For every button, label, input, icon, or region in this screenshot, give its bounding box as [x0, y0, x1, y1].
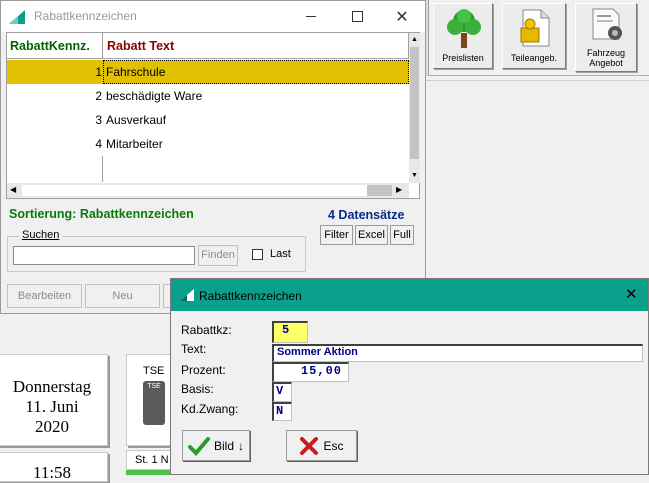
tse-device-icon: TSE: [143, 381, 165, 425]
weekday: Donnerstag: [12, 377, 92, 396]
last-label: Last: [270, 248, 291, 260]
basis-label: Basis:: [181, 382, 214, 396]
excel-button[interactable]: Excel: [355, 225, 388, 245]
tse-icon-text: TSE: [147, 383, 161, 390]
window-titlebar: Rabattkennzeichen ✕: [1, 1, 425, 32]
fahrzeug-angebot-button[interactable]: Fahrzeug Angebot: [575, 3, 637, 72]
prozent-label: Prozent:: [181, 363, 226, 377]
row-num: 1: [95, 65, 102, 79]
kdzwang-label: Kd.Zwang:: [181, 402, 239, 416]
tse-panel: TSE TSE: [126, 354, 172, 446]
dialog-title: Rabattkennzeichen: [199, 289, 302, 303]
angebot-label: Angebot: [589, 58, 623, 68]
vertical-scroll-thumb[interactable]: [410, 47, 419, 159]
close-icon: ✕: [395, 8, 409, 26]
search-input[interactable]: [13, 246, 195, 265]
date-panel: Donnerstag 11. Juni 2020: [0, 354, 108, 446]
sort-label: Sortierung: Rabattkennzeichen: [9, 207, 194, 221]
table-row[interactable]: 1 Fahrschule: [7, 60, 409, 84]
close-button[interactable]: ✕: [379, 1, 425, 32]
status-panel: St. 1 N: [126, 450, 172, 470]
status-progress: [126, 470, 172, 475]
scroll-right-icon[interactable]: ▶: [396, 185, 402, 194]
row-num: 2: [95, 89, 102, 103]
close-icon[interactable]: ✕: [625, 285, 638, 303]
kdzwang-field[interactable]: N: [272, 402, 292, 421]
search-group-label: Suchen: [19, 229, 63, 241]
bild-label: Bild: [213, 438, 234, 453]
arrow-down-icon: ↓: [238, 438, 244, 453]
find-button[interactable]: Finden: [198, 245, 238, 266]
text-label: Text:: [181, 342, 207, 356]
column-divider: [102, 156, 103, 182]
app-icon: [9, 10, 25, 24]
vehicle-offer-icon: [592, 8, 622, 40]
horizontal-scroll-handle[interactable]: [367, 185, 392, 196]
column-header-rabatt-text[interactable]: Rabatt Text: [103, 33, 409, 59]
record-count: 4 Datensätze: [328, 208, 405, 222]
row-num: 3: [95, 113, 102, 127]
row-text: Fahrschule: [106, 65, 166, 79]
toolbar-divider: [426, 0, 429, 76]
basis-field[interactable]: V: [272, 382, 292, 402]
esc-button[interactable]: Esc: [286, 430, 357, 461]
preislisten-label: Preislisten: [442, 53, 484, 63]
row-num: 4: [95, 137, 102, 151]
horizontal-scrollbar[interactable]: ◀ ▶: [7, 183, 409, 198]
date-day: 11. Juni: [25, 397, 79, 416]
window-title: Rabattkennzeichen: [34, 9, 137, 23]
maximize-icon: [351, 11, 363, 22]
filter-button[interactable]: Filter: [320, 225, 353, 245]
table-row[interactable]: 4 Mitarbeiter: [7, 132, 409, 156]
dialog-titlebar: Rabattkennzeichen ✕: [171, 279, 648, 311]
rabatt-grid: RabattKennz. Rabatt Text 1 Fahrschule 2 …: [6, 32, 420, 199]
teileangebot-button[interactable]: Teileangeb.: [502, 3, 566, 69]
rabattkz-field[interactable]: 5: [272, 321, 308, 343]
workspace-divider: [426, 80, 649, 81]
tse-label: TSE: [143, 365, 165, 377]
fahrzeug-label: Fahrzeug: [586, 48, 626, 58]
cancel-x-icon: [300, 436, 319, 455]
minimize-button[interactable]: [288, 1, 334, 32]
scroll-up-icon[interactable]: ▲: [411, 36, 418, 44]
rabatt-list-window: Rabattkennzeichen ✕ RabattKennz. Rabatt …: [0, 0, 426, 314]
esc-label: Esc: [323, 438, 344, 453]
checkmark-icon: [187, 436, 210, 456]
vertical-scrollbar[interactable]: ▲ ▼: [409, 33, 420, 183]
parts-document-icon: [520, 9, 550, 47]
bild-button[interactable]: Bild ↓: [182, 430, 250, 461]
teileangebot-label: Teileangeb.: [510, 53, 558, 63]
date-year: 2020: [35, 417, 69, 436]
rabattkz-label: Rabattkz:: [181, 323, 232, 337]
table-row[interactable]: 2 beschädigte Ware: [7, 84, 409, 108]
new-button[interactable]: Neu: [85, 284, 160, 308]
column-header-rabattkennz[interactable]: RabattKennz.: [7, 33, 103, 59]
tree-icon: [447, 9, 481, 48]
row-text: beschädigte Ware: [106, 89, 203, 103]
prozent-field[interactable]: 15,00: [272, 362, 349, 382]
time-panel: 11:58: [0, 452, 108, 482]
text-field[interactable]: Sommer Aktion: [272, 344, 643, 362]
app-icon: [180, 289, 194, 301]
maximize-button[interactable]: [334, 1, 380, 32]
preislisten-button[interactable]: Preislisten: [433, 3, 493, 69]
minimize-icon: [306, 16, 316, 17]
clock-time: 11:58: [32, 463, 72, 482]
last-checkbox[interactable]: [252, 249, 263, 260]
rabatt-edit-dialog: Rabattkennzeichen ✕ Rabattkz: 5 Text: So…: [170, 278, 649, 475]
full-button[interactable]: Full: [390, 225, 414, 245]
status-text: St. 1 N: [135, 454, 169, 466]
table-row[interactable]: 3 Ausverkauf: [7, 108, 409, 132]
fahrzeug-angebot-label: Fahrzeug Angebot: [576, 48, 636, 68]
scroll-down-icon[interactable]: ▼: [411, 172, 418, 180]
horizontal-scroll-thumb[interactable]: [22, 185, 367, 196]
edit-button[interactable]: Bearbeiten: [7, 284, 82, 308]
row-text: Mitarbeiter: [106, 137, 163, 151]
search-label-text: Suchen: [22, 229, 60, 241]
scroll-left-icon[interactable]: ◀: [10, 185, 16, 194]
row-text: Ausverkauf: [106, 113, 167, 127]
